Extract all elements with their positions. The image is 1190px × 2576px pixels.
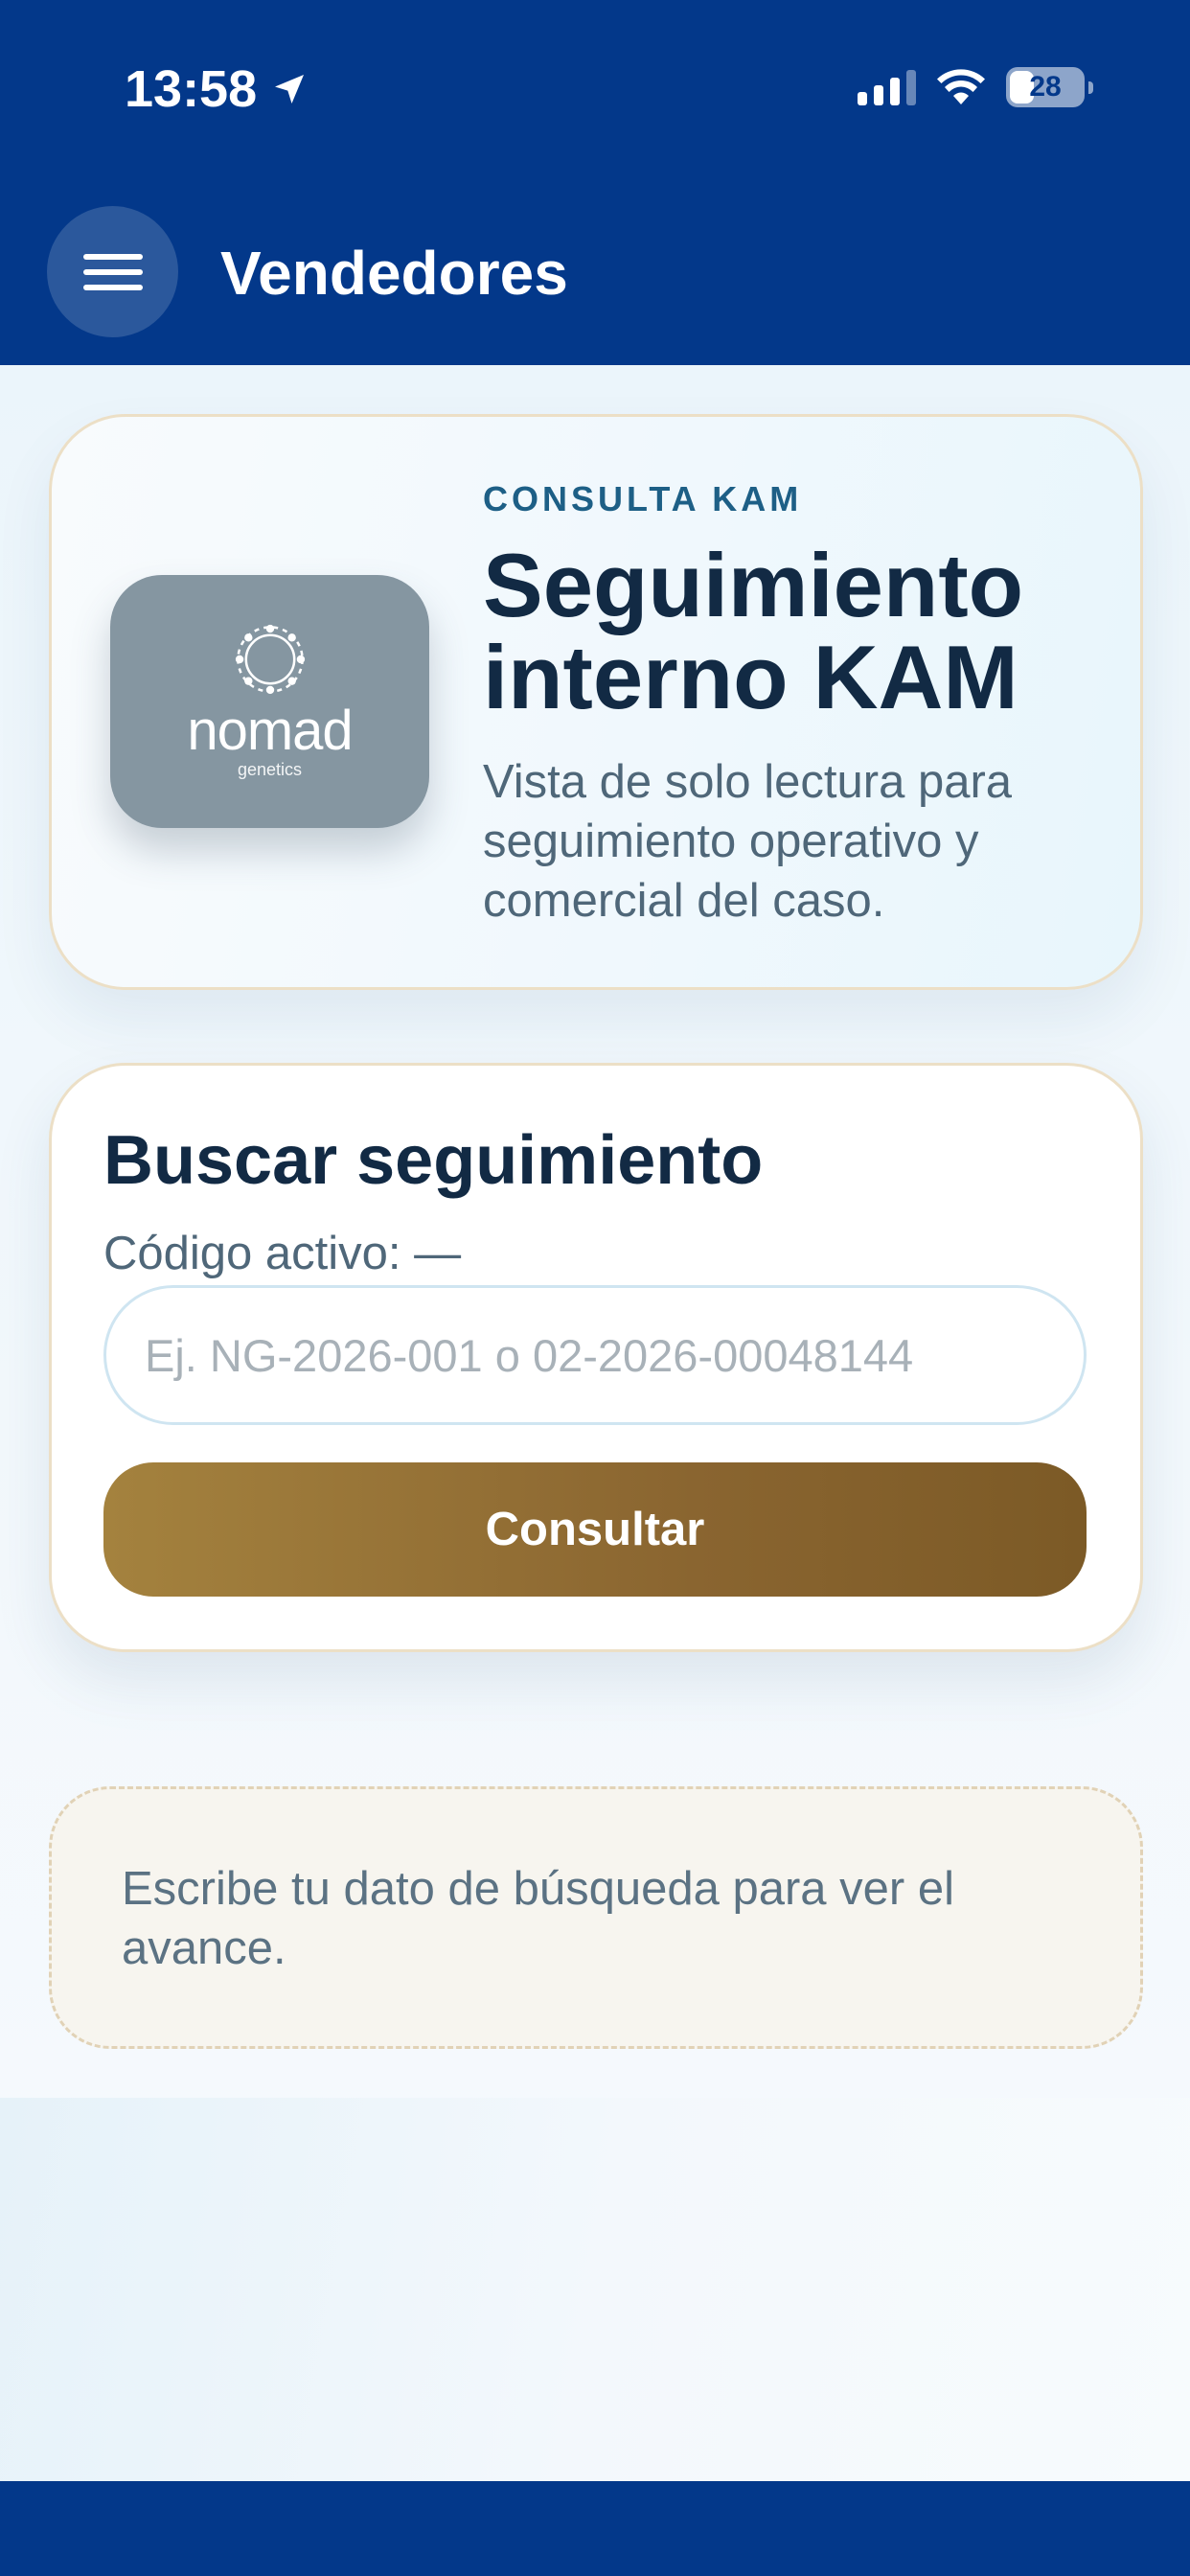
dna-ring-icon [235,624,305,695]
hamburger-menu-icon [82,253,143,260]
search-title: Buscar seguimiento [103,1122,764,1199]
page-title: Vendedores [220,239,568,308]
clock-text: 13:58 [125,60,258,118]
status-time: 13:58 [125,59,309,119]
lower-background [0,2098,1190,2481]
nomad-genetics-logo: nomad genetics [110,575,429,828]
location-arrow-icon [275,75,305,104]
logo-wordmark: nomad [187,700,353,762]
search-input[interactable] [103,1285,1087,1425]
empty-state-text: Escribe tu dato de búsqueda para ver el … [122,1863,954,1974]
logo-subtitle: genetics [237,760,303,779]
hero-title: Seguimiento interno KAM [483,535,1024,727]
hero-description: Vista de solo lectura para seguimiento o… [483,756,1013,927]
wifi-icon [937,69,985,104]
battery-icon: 28 [1006,67,1093,107]
battery-level: 28 [1029,71,1062,103]
signal-icon [858,69,916,105]
status-icons: 28 [858,67,1093,107]
menu-button[interactable] [47,206,178,337]
hero-eyebrow: CONSULTA KAM [483,479,803,518]
consult-button[interactable]: Consultar [103,1462,1087,1597]
footer-bar [0,2481,1190,2576]
active-code-label: Código activo: — [103,1228,462,1279]
app-header: 13:58 28 Vendedores [0,0,1190,365]
